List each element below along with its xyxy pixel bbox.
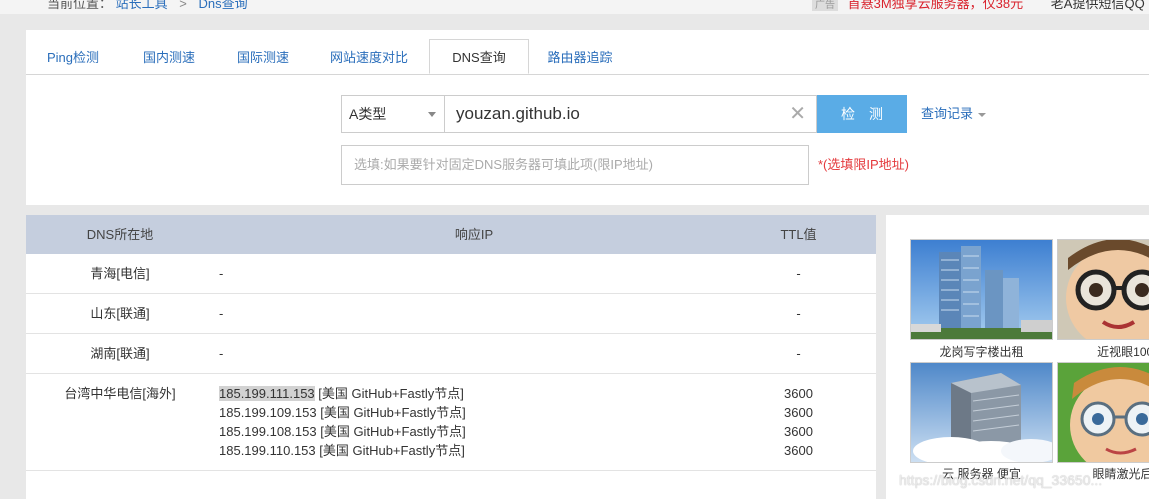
row-location: 台湾中华电信[海外] (64, 386, 176, 401)
row-ttl-list: 3600 3600 3600 3600 (726, 384, 871, 460)
cloud-server-image[interactable] (910, 362, 1053, 463)
ad-tag: 广告 (812, 0, 838, 11)
check-button[interactable]: 检测 (817, 95, 907, 133)
tab-ping[interactable]: Ping检测 (26, 40, 120, 74)
dns-query-card: Ping检测 国内测速 国际测速 网站速度对比 DNS查询 路由器追踪 A类型 … (26, 30, 1149, 205)
table-header: DNS所在地 响应IP TTL值 (26, 215, 876, 254)
row-ttl: - (796, 346, 801, 361)
ip-info: [美国 GitHub+Fastly节点] (316, 405, 466, 420)
breadcrumb-current[interactable]: Dns查询 (199, 0, 248, 11)
office-tower-image[interactable] (910, 239, 1053, 340)
record-type-value: A类型 (349, 106, 387, 122)
side-ad-caption[interactable]: 龙岗写字楼出租 (910, 343, 1053, 360)
breadcrumb-separator: > (179, 0, 187, 11)
header-dns-location: DNS所在地 (86, 227, 154, 242)
query-records-label: 查询记录 (921, 106, 974, 121)
row-location: 青海[电信] (90, 266, 150, 281)
ttl-value: 3600 (784, 424, 813, 439)
row-ip: - (219, 306, 224, 321)
dns-server-input[interactable]: 选填:如果要针对固定DNS服务器可填此项(限IP地址) (341, 145, 809, 185)
tab-route-trace[interactable]: 路由器追踪 (530, 40, 630, 74)
tab-speed-compare[interactable]: 网站速度对比 (316, 40, 422, 74)
row-ttl: - (796, 306, 801, 321)
row-ip: - (219, 266, 224, 281)
record-type-select[interactable]: A类型 (341, 95, 445, 133)
child-glasses-image[interactable] (1057, 362, 1149, 463)
row-ip: - (219, 346, 224, 361)
ttl-value: 3600 (784, 443, 813, 458)
tab-domestic-speed[interactable]: 国内测速 (122, 40, 216, 74)
header-response-ip: 响应IP (454, 227, 494, 242)
ip-info: [美国 GitHub+Fastly节点] (314, 386, 464, 401)
chevron-down-icon (428, 112, 436, 117)
top-ad-text-2[interactable]: 老A提供短信QQ (1051, 0, 1145, 11)
row-location: 湖南[联通] (90, 346, 150, 361)
ip-address: 185.199.109.153 (219, 405, 317, 420)
tab-international-speed[interactable]: 国际测速 (216, 40, 310, 74)
table-row: 山东[联通] - - (26, 294, 876, 334)
chevron-down-icon (978, 112, 987, 117)
query-records-dropdown[interactable]: 查询记录 (921, 95, 987, 133)
row-ip-list: 185.199.111.153 [美国 GitHub+Fastly节点] 185… (219, 384, 466, 460)
header-ttl: TTL值 (780, 227, 817, 242)
ip-info: [美国 GitHub+Fastly节点] (316, 424, 466, 439)
ip-info: [美国 GitHub+Fastly节点] (315, 443, 465, 458)
ip-line: 185.199.108.153 [美国 GitHub+Fastly节点] (219, 422, 466, 441)
dns-server-hint: *(选填限IP地址) (818, 157, 910, 172)
dns-server-placeholder: 选填:如果要针对固定DNS服务器可填此项(限IP地址) (354, 157, 654, 172)
watermark: https://blog.csdn.net/qq_33650... (899, 472, 1103, 488)
row-ttl: - (796, 266, 801, 281)
table-row: 台湾中华电信[海外] 185.199.111.153 [美国 GitHub+Fa… (26, 374, 876, 471)
tab-dns-query[interactable]: DNS查询 (429, 39, 529, 74)
top-ad[interactable]: 广告 首悬3M独享云服务器，仅38元 老A提供短信QQ (812, 0, 1145, 12)
child-glasses-image[interactable] (1057, 239, 1149, 340)
ip-address: 185.199.108.153 (219, 424, 317, 439)
ip-line: 185.199.109.153 [美国 GitHub+Fastly节点] (219, 403, 466, 422)
ip-line: 185.199.111.153 [美国 GitHub+Fastly节点] (219, 384, 466, 403)
results-table: DNS所在地 响应IP TTL值 青海[电信] - - 山东[联通] - - 湖… (26, 215, 876, 499)
clear-icon[interactable]: ✕ (789, 96, 806, 132)
breadcrumb-label: 当前位置： (47, 0, 113, 11)
ip-line: 185.199.110.153 [美国 GitHub+Fastly节点] (219, 441, 466, 460)
domain-input-value: youzan.github.io (456, 104, 580, 123)
breadcrumb: 当前位置： 站长工具 > Dns查询 (47, 0, 248, 12)
ttl-value: 3600 (784, 405, 813, 420)
row-location: 山东[联通] (90, 306, 150, 321)
tool-tabs: Ping检测 国内测速 国际测速 网站速度对比 DNS查询 路由器追踪 (26, 39, 1149, 75)
side-ad-caption[interactable]: 近视眼1000 (1057, 343, 1149, 360)
side-ad-panel: 龙岗写字楼出租 近视眼1000 (886, 215, 1149, 499)
ip-address: 185.199.110.153 (219, 443, 316, 458)
ttl-value: 3600 (784, 386, 813, 401)
top-ad-text[interactable]: 首悬3M独享云服务器，仅38元 (848, 0, 1024, 11)
table-row: 湖南[联通] - - (26, 334, 876, 374)
domain-input[interactable]: youzan.github.io ✕ (445, 95, 817, 133)
breadcrumb-home-link[interactable]: 站长工具 (116, 0, 168, 11)
ip-address: 185.199.111.153 (219, 386, 315, 401)
table-row: 青海[电信] - - (26, 254, 876, 294)
top-strip: 当前位置： 站长工具 > Dns查询 广告 首悬3M独享云服务器，仅38元 老A… (0, 0, 1149, 14)
